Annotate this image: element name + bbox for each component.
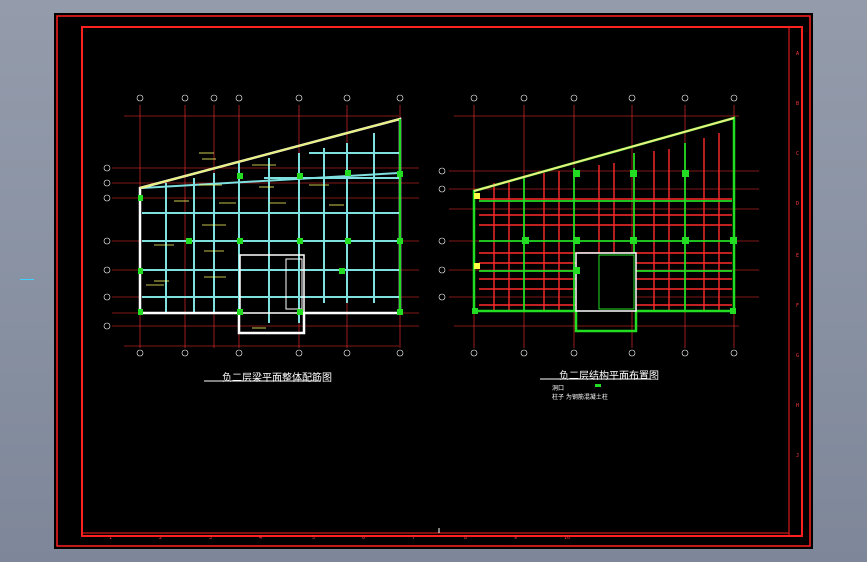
left-plan-title: 负二层梁平面整体配筋图 <box>222 373 332 384</box>
left-axis-bubbles <box>103 94 404 357</box>
zone-row-c: C <box>796 151 800 157</box>
left-core-area <box>239 254 305 314</box>
left-axis-lines <box>112 105 419 348</box>
zone-row-j: J <box>796 453 800 459</box>
drawing-sheet[interactable]: 负二层梁平面整体配筋图 负二层结构平面布置图 洞口 柱子 为钢筋混凝土柱 1 2… <box>54 13 813 549</box>
cad-drawing-canvas[interactable] <box>54 13 813 549</box>
zone-col-9: 9 <box>514 535 518 541</box>
legend-note-2: 柱子 为钢筋混凝土柱 <box>552 394 608 401</box>
inner-border <box>81 26 803 537</box>
legend-swatch <box>595 384 601 387</box>
zone-col-7: 7 <box>412 535 416 541</box>
zone-row-e: E <box>796 253 800 259</box>
left-beams <box>141 133 400 323</box>
zone-col-4: 4 <box>259 535 263 541</box>
outer-border <box>56 15 811 547</box>
legend-note-1: 洞口 <box>552 385 565 392</box>
zone-col-3: 3 <box>209 535 213 541</box>
zone-row-d: D <box>796 201 800 207</box>
zone-row-a: A <box>796 51 800 57</box>
crosshair-cursor-icon <box>20 279 34 280</box>
zone-col-10: 10 <box>564 535 571 541</box>
zone-row-f: F <box>796 303 800 309</box>
zone-row-h: H <box>796 403 800 409</box>
right-floor-plan[interactable] <box>438 94 759 387</box>
left-columns <box>138 170 403 315</box>
zone-col-8: 8 <box>464 535 468 541</box>
zone-col-2: 2 <box>159 535 163 541</box>
right-core-area <box>575 252 637 312</box>
zone-col-1: 1 <box>109 535 113 541</box>
zone-row-g: G <box>796 353 800 359</box>
left-floor-plan[interactable] <box>103 94 419 382</box>
zone-col-5: 5 <box>312 535 316 541</box>
zone-row-b: B <box>796 101 800 107</box>
right-plan-title: 负二层结构平面布置图 <box>559 371 659 382</box>
zone-col-6: 6 <box>362 535 366 541</box>
